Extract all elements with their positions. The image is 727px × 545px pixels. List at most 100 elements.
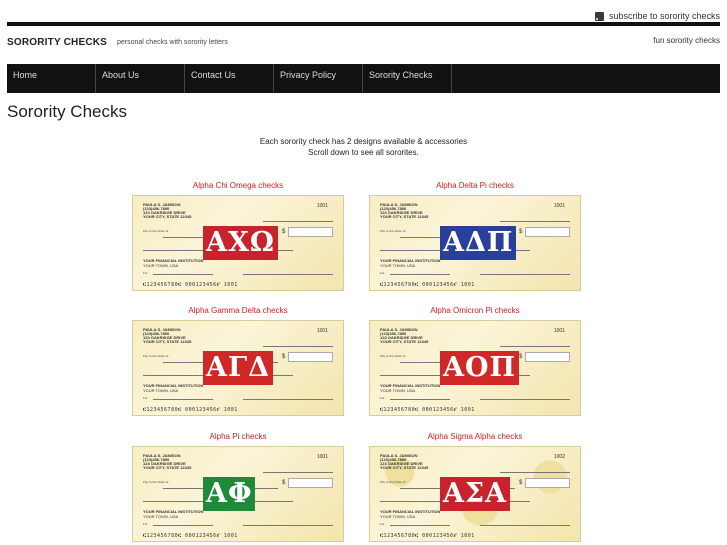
pay-to-label: Pay to the Order of <box>380 229 406 233</box>
check-title-link[interactable]: Alpha Sigma Alpha checks <box>369 432 581 441</box>
subscribe-link[interactable]: subscribe to sorority checks <box>594 11 720 21</box>
check-image[interactable]: PAULA S. JAMISON (123)456-7890 123 OAKRIDG… <box>132 195 344 291</box>
intro-line-2: Scroll down to see all sororites. <box>308 148 419 157</box>
date-line <box>263 472 333 473</box>
owner-city: YOUR CITY, STATE 12345 <box>380 339 429 344</box>
check-number: 1002 <box>553 454 565 460</box>
check-owner: PAULA S. JAMISON (123)456-7890 123 OAKRIDG… <box>380 328 450 344</box>
signature-line <box>243 274 333 275</box>
bank-name: YOUR FINANCIAL INSTITUTION YOUR TOWN, USA <box>143 383 203 393</box>
nav-about-us[interactable]: About Us <box>96 64 185 93</box>
main-nav: Home About Us Contact Us Privacy Policy … <box>7 64 720 93</box>
sorority-letters: ΑΦ <box>203 477 256 511</box>
micr-line: ⑆123456780⑆ 000123456⑈ 1001 <box>143 533 238 539</box>
check-owner: PAULA S. JAMISON (123)456-7890 123 OAKRIDG… <box>143 454 213 470</box>
memo-label: For <box>143 522 148 526</box>
check-number: 1001 <box>553 328 565 334</box>
fun-sorority-checks-link[interactable]: fun sorority checks <box>653 36 720 45</box>
pay-to-label: Pay to the Order of <box>380 480 406 484</box>
micr-line: ⑆123456780⑆ 000123456⑈ 1001 <box>380 407 475 413</box>
page-title: Sorority Checks <box>7 102 127 121</box>
pay-to-label: Pay to the Order of <box>143 354 169 358</box>
micr-line: ⑆123456780⑆ 000123456⑈ 1001 <box>143 282 238 288</box>
check-image[interactable]: PAULA S. JAMISON (123)456-7890 123 OAKRIDG… <box>369 446 581 542</box>
nav-privacy-policy[interactable]: Privacy Policy <box>274 64 363 93</box>
memo-label: For <box>143 396 148 400</box>
check-owner: PAULA S. JAMISON (123)456-7890 123 OAKRIDG… <box>143 328 213 344</box>
site-name[interactable]: SORORITY CHECKS <box>7 37 107 48</box>
check-title-link[interactable]: Alpha Pi checks <box>132 432 344 441</box>
check-title-link[interactable]: Alpha Omicron Pi checks <box>369 306 581 315</box>
memo-line <box>390 399 450 400</box>
bank-name: YOUR FINANCIAL INSTITUTION YOUR TOWN, USA <box>143 258 203 268</box>
sorority-letters: ΑΓΔ <box>203 351 274 385</box>
date-line <box>263 221 333 222</box>
rss-icon <box>594 11 604 21</box>
bank-city: YOUR TOWN, USA <box>143 263 179 268</box>
sorority-letters: ΑΣΑ <box>440 477 510 511</box>
top-bar: subscribe to sorority checks <box>0 0 727 24</box>
amount-box <box>525 478 570 488</box>
owner-city: YOUR CITY, STATE 12345 <box>380 214 429 219</box>
dollar-sign: $ <box>282 480 286 486</box>
bank-city: YOUR TOWN, USA <box>380 514 416 519</box>
memo-label: For <box>143 271 148 275</box>
amount-box <box>525 352 570 362</box>
site-tagline: personal checks with sorority letters <box>117 39 228 46</box>
date-line <box>500 221 570 222</box>
bank-city: YOUR TOWN, USA <box>380 388 416 393</box>
dollar-sign: $ <box>519 229 523 235</box>
subscribe-label: subscribe to sorority checks <box>608 11 720 21</box>
amount-box <box>525 227 570 237</box>
memo-line <box>153 525 213 526</box>
memo-line <box>390 274 450 275</box>
bank-name: YOUR FINANCIAL INSTITUTION YOUR TOWN, USA <box>380 383 440 393</box>
micr-line: ⑆123456780⑆ 000123456⑈ 1001 <box>143 407 238 413</box>
bank-city: YOUR TOWN, USA <box>143 514 179 519</box>
intro-text: Each sorority check has 2 designs availa… <box>0 136 727 158</box>
sorority-letters: ΑΔΠ <box>440 226 517 260</box>
nav-contact-us[interactable]: Contact Us <box>185 64 274 93</box>
check-image[interactable]: PAULA S. JAMISON (123)456-7890 123 OAKRIDG… <box>369 195 581 291</box>
check-number: 1001 <box>553 203 565 209</box>
signature-line <box>243 525 333 526</box>
memo-line <box>153 274 213 275</box>
check-title-link[interactable]: Alpha Delta Pi checks <box>369 181 581 190</box>
sorority-letters: ΑΟΠ <box>440 351 519 385</box>
check-owner: PAULA S. JAMISON (123)456-7890 123 OAKRIDG… <box>380 454 450 470</box>
check-number: 1001 <box>316 328 328 334</box>
check-title-link[interactable]: Alpha Gamma Delta checks <box>132 306 344 315</box>
amount-box <box>288 352 333 362</box>
check-number: 1001 <box>316 203 328 209</box>
signature-line <box>243 399 333 400</box>
memo-label: For <box>380 271 385 275</box>
owner-city: YOUR CITY, STATE 12345 <box>143 214 192 219</box>
check-owner: PAULA S. JAMISON (123)456-7890 123 OAKRIDG… <box>143 203 213 219</box>
intro-line-1: Each sorority check has 2 designs availa… <box>259 137 468 146</box>
nav-home[interactable]: Home <box>7 64 96 93</box>
micr-line: ⑆123456780⑆ 000123456⑈ 1001 <box>380 533 475 539</box>
date-line <box>263 346 333 347</box>
amount-box <box>288 227 333 237</box>
check-image[interactable]: PAULA S. JAMISON (123)456-7890 123 OAKRIDG… <box>132 320 344 416</box>
memo-label: For <box>380 396 385 400</box>
sorority-letters: ΑΧΩ <box>203 226 278 260</box>
nav-sorority-checks[interactable]: Sorority Checks <box>363 64 452 93</box>
signature-line <box>480 525 570 526</box>
header-divider <box>7 22 720 26</box>
pay-to-label: Pay to the Order of <box>143 480 169 484</box>
signature-line <box>480 399 570 400</box>
memo-label: For <box>380 522 385 526</box>
dollar-sign: $ <box>282 354 286 360</box>
bank-name: YOUR FINANCIAL INSTITUTION YOUR TOWN, USA <box>380 509 440 519</box>
owner-city: YOUR CITY, STATE 12345 <box>380 465 429 470</box>
check-image[interactable]: PAULA S. JAMISON (123)456-7890 123 OAKRIDG… <box>369 320 581 416</box>
dollar-sign: $ <box>519 354 523 360</box>
memo-line <box>390 525 450 526</box>
check-owner: PAULA S. JAMISON (123)456-7890 123 OAKRIDG… <box>380 203 450 219</box>
memo-line <box>153 399 213 400</box>
bank-name: YOUR FINANCIAL INSTITUTION YOUR TOWN, USA <box>143 509 203 519</box>
check-image[interactable]: PAULA S. JAMISON (123)456-7890 123 OAKRIDG… <box>132 446 344 542</box>
check-title-link[interactable]: Alpha Chi Omega checks <box>132 181 344 190</box>
bank-city: YOUR TOWN, USA <box>143 388 179 393</box>
